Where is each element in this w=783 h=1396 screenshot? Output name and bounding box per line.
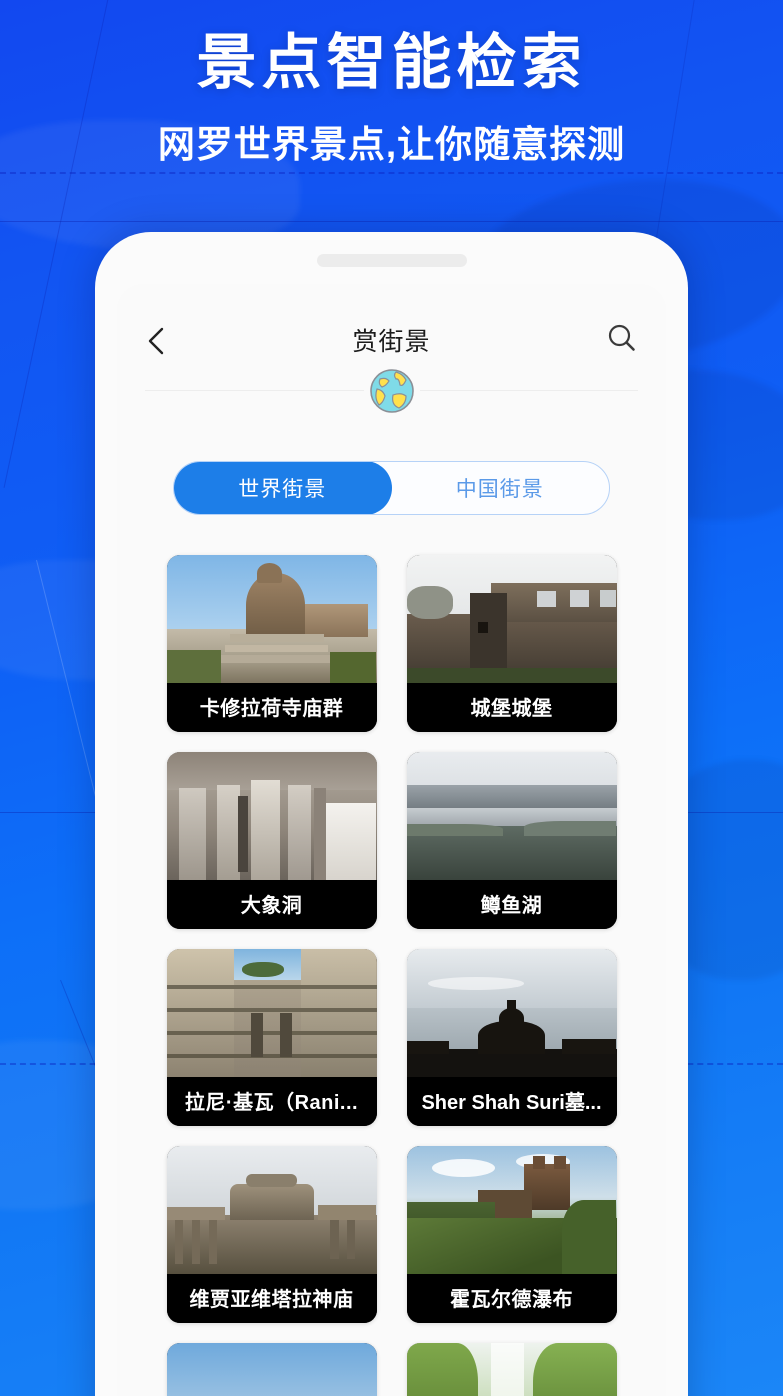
attraction-photo [406,1343,617,1396]
street-view-scope-tabs[interactable]: 世界街景 中国街景 [173,461,610,515]
attraction-photo [406,949,617,1077]
attraction-photo [166,949,377,1077]
attraction-name: 大象洞 [166,880,377,929]
attraction-card[interactable]: 大象洞 [166,752,377,929]
search-icon[interactable] [606,322,638,354]
attraction-list-scroll[interactable]: 卡修拉荷寺庙群 城堡城堡 大象洞 鳟鱼湖 拉尼·基瓦（Rani... Sher … [117,515,666,1396]
attraction-name: 卡修拉荷寺庙群 [166,683,377,732]
attraction-name: 维贾亚维塔拉神庙 [166,1274,377,1323]
attraction-photo [166,1343,377,1396]
attraction-card[interactable]: 卡修拉荷寺庙群 [166,555,377,732]
speaker-grill-icon [316,254,467,267]
attraction-card[interactable]: 城堡城堡 [406,555,617,732]
attraction-card[interactable]: 拉尼·基瓦（Rani... [166,949,377,1126]
tab-china-label: 中国街景 [455,478,544,501]
attraction-card[interactable]: 霍瓦尔德瀑布 [406,1146,617,1323]
tab-world-street-view[interactable]: 世界街景 [174,462,392,514]
globe-earth-icon [363,363,420,419]
promo-page: 景点智能检索 网罗世界景点,让你随意探测 赏街景 世界街景 中国街景 卡修拉荷寺… [0,0,783,1396]
attraction-name: 霍瓦尔德瀑布 [406,1274,617,1323]
attraction-photo [166,1146,377,1274]
attraction-photo [406,752,617,880]
attraction-photo [406,555,617,683]
app-header: 赏街景 [117,284,666,419]
attraction-name: 城堡城堡 [406,683,617,732]
tab-china-street-view[interactable]: 中国街景 [391,462,610,514]
attraction-name: 鳟鱼湖 [406,880,617,929]
attraction-card[interactable]: 维贾亚维塔拉神庙 [166,1146,377,1323]
attraction-card[interactable] [166,1343,377,1396]
attraction-grid: 卡修拉荷寺庙群 城堡城堡 大象洞 鳟鱼湖 拉尼·基瓦（Rani... Sher … [166,555,617,1396]
attraction-name: Sher Shah Suri墓... [406,1077,617,1126]
attraction-name: 拉尼·基瓦（Rani... [166,1077,377,1126]
attraction-card[interactable]: 鳟鱼湖 [406,752,617,929]
page-subtitle: 网罗世界景点,让你随意探测 [157,124,626,165]
app-title: 赏街景 [352,328,431,356]
attraction-photo [166,555,377,683]
tab-world-label: 世界街景 [238,478,327,501]
phone-mockup: 赏街景 世界街景 中国街景 卡修拉荷寺庙群 城堡城堡 大象洞 鳟鱼湖 拉尼·基瓦… [95,232,688,1396]
attraction-photo [166,752,377,880]
attraction-card[interactable]: Sher Shah Suri墓... [406,949,617,1126]
phone-screen: 赏街景 世界街景 中国街景 卡修拉荷寺庙群 城堡城堡 大象洞 鳟鱼湖 拉尼·基瓦… [117,284,666,1396]
hero-block: 景点智能检索 网罗世界景点,让你随意探测 [0,28,783,167]
page-title: 景点智能检索 [196,29,587,96]
attraction-photo [406,1146,617,1274]
attraction-card[interactable] [406,1343,617,1396]
